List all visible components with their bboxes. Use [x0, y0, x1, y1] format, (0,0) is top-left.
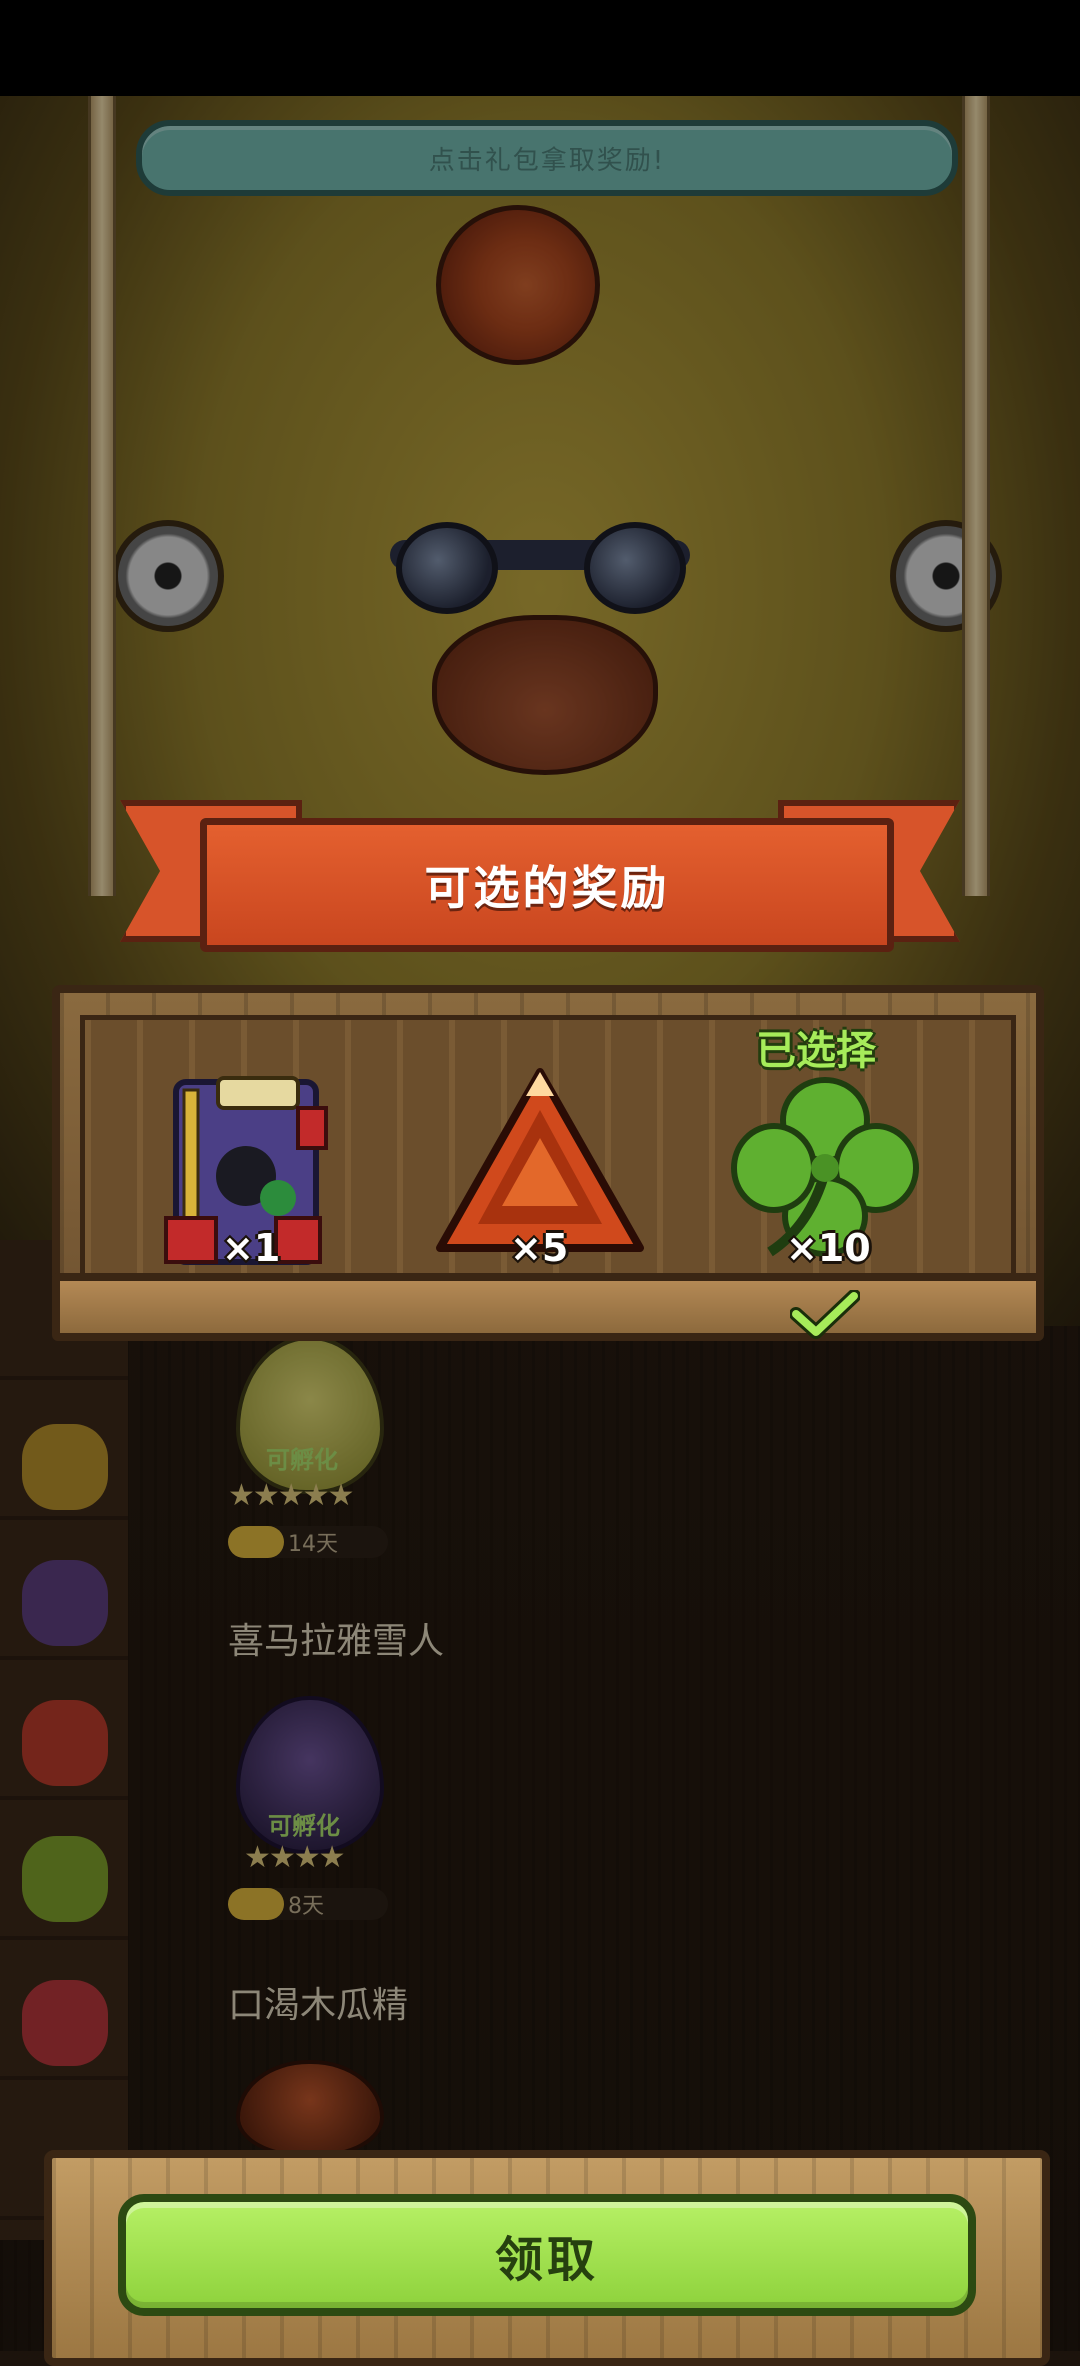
monster-name: 喜马拉雅雪人	[228, 1621, 445, 1662]
claim-label: 领取	[494, 2232, 599, 2288]
checkmark-icon	[790, 1290, 860, 1339]
days-label: 8天	[288, 1894, 324, 1919]
snail-decoration	[436, 205, 600, 365]
reward-qty: ×10	[786, 1226, 871, 1270]
status-bar	[0, 0, 1080, 96]
rope-right	[962, 96, 990, 896]
rope-left	[88, 96, 116, 896]
side-monster-thumb[interactable]	[22, 1836, 108, 1922]
creature-beak	[432, 615, 658, 775]
reward-qty: ×1	[222, 1226, 281, 1270]
side-monster-thumb[interactable]	[22, 1560, 108, 1646]
claim-button[interactable]: 领取	[118, 2194, 976, 2316]
creature-eye-left	[112, 520, 224, 632]
days-label: 14天	[288, 1532, 338, 1557]
dialog-title: 可选的奖励	[424, 861, 670, 915]
days-bar: 8天	[228, 1888, 388, 1920]
hatch-label: 可孵化	[266, 1446, 338, 1474]
monster-name: 口渴木瓜精	[228, 1985, 409, 2026]
side-monster-thumb[interactable]	[22, 1700, 108, 1786]
hatch-label: 可孵化	[268, 1812, 340, 1840]
goggle-left	[396, 522, 498, 614]
title-banner: 可选的奖励	[120, 790, 960, 970]
side-monster-thumb[interactable]	[22, 1424, 108, 1510]
rating-stars: ★★★★★	[228, 1478, 354, 1513]
reward-qty: ×5	[510, 1226, 569, 1270]
days-bar: 14天	[228, 1526, 388, 1558]
hint-bar: 点击礼包拿取奖励!	[136, 120, 958, 196]
selected-label: 已选择	[756, 1028, 876, 1074]
side-monster-thumb[interactable]	[22, 1980, 108, 2066]
goggle-right	[584, 522, 686, 614]
hint-text: 点击礼包拿取奖励!	[428, 145, 666, 176]
rating-stars: ★★★★	[244, 1840, 346, 1875]
